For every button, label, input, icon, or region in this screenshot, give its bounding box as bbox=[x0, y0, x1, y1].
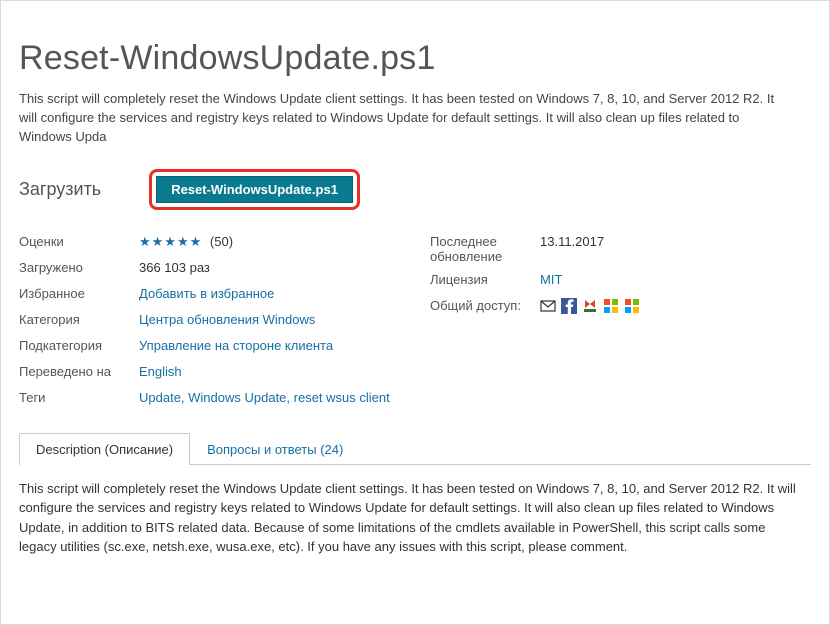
tags-row: Теги Update, Windows Update, reset wsus … bbox=[19, 386, 400, 412]
category-link[interactable]: Центра обновления Windows bbox=[139, 312, 315, 327]
license-link[interactable]: MIT bbox=[540, 272, 562, 287]
page-body: Reset-WindowsUpdate.ps1 This script will… bbox=[0, 0, 830, 625]
download-label: Загрузить bbox=[19, 179, 101, 200]
ratings-row: Оценки ★★★★★ (50) bbox=[19, 230, 400, 256]
windows-icon-2[interactable] bbox=[624, 298, 640, 317]
tab-qa[interactable]: Вопросы и ответы (24) bbox=[190, 433, 360, 465]
downloaded-row: Загружено 366 103 раз bbox=[19, 256, 400, 282]
tags-links[interactable]: Update, Windows Update, reset wsus clien… bbox=[139, 390, 390, 405]
tab-description[interactable]: Description (Описание) bbox=[19, 433, 190, 465]
page-title: Reset-WindowsUpdate.ps1 bbox=[19, 39, 811, 78]
category-row: Категория Центра обновления Windows bbox=[19, 308, 400, 334]
category-label: Категория bbox=[19, 312, 139, 327]
favorites-label: Избранное bbox=[19, 286, 139, 301]
metadata-left-column: Оценки ★★★★★ (50) Загружено 366 103 раз … bbox=[19, 230, 400, 412]
facebook-icon[interactable] bbox=[561, 298, 577, 317]
translated-label: Переведено на bbox=[19, 364, 139, 379]
windows-icon-1[interactable] bbox=[603, 298, 619, 317]
page-summary: This script will completely reset the Wi… bbox=[19, 90, 779, 147]
ratings-stars[interactable]: ★★★★★ bbox=[139, 234, 202, 249]
translated-link[interactable]: English bbox=[139, 364, 182, 379]
updated-label: Последнее обновление bbox=[430, 234, 540, 264]
license-row: Лицензия MIT bbox=[430, 268, 811, 294]
downloaded-value: 366 103 раз bbox=[139, 260, 210, 275]
ratings-count: (50) bbox=[210, 234, 233, 249]
favorites-row: Избранное Добавить в избранное bbox=[19, 282, 400, 308]
add-favorite-link[interactable]: Добавить в избранное bbox=[139, 286, 274, 301]
subcategory-link[interactable]: Управление на стороне клиента bbox=[139, 338, 333, 353]
translated-row: Переведено на English bbox=[19, 360, 400, 386]
share-row: Общий доступ: bbox=[430, 294, 811, 321]
downloaded-label: Загружено bbox=[19, 260, 139, 275]
email-icon[interactable] bbox=[540, 298, 556, 317]
tab-bar: Description (Описание) Вопросы и ответы … bbox=[19, 432, 811, 465]
share-label: Общий доступ: bbox=[430, 298, 540, 313]
subcategory-label: Подкатегория bbox=[19, 338, 139, 353]
technet-icon[interactable] bbox=[582, 298, 598, 317]
updated-row: Последнее обновление 13.11.2017 bbox=[430, 230, 811, 268]
updated-value: 13.11.2017 bbox=[540, 234, 604, 249]
ratings-label: Оценки bbox=[19, 234, 139, 249]
subcategory-row: Подкатегория Управление на стороне клиен… bbox=[19, 334, 400, 360]
download-section: Загрузить Reset-WindowsUpdate.ps1 bbox=[19, 169, 811, 210]
description-body: This script will completely reset the Wi… bbox=[19, 479, 799, 557]
license-label: Лицензия bbox=[430, 272, 540, 287]
annotation-highlight: Reset-WindowsUpdate.ps1 bbox=[149, 169, 360, 210]
metadata-section: Оценки ★★★★★ (50) Загружено 366 103 раз … bbox=[19, 230, 811, 412]
download-button[interactable]: Reset-WindowsUpdate.ps1 bbox=[156, 176, 353, 203]
metadata-right-column: Последнее обновление 13.11.2017 Лицензия… bbox=[430, 230, 811, 412]
tags-label: Теги bbox=[19, 390, 139, 405]
